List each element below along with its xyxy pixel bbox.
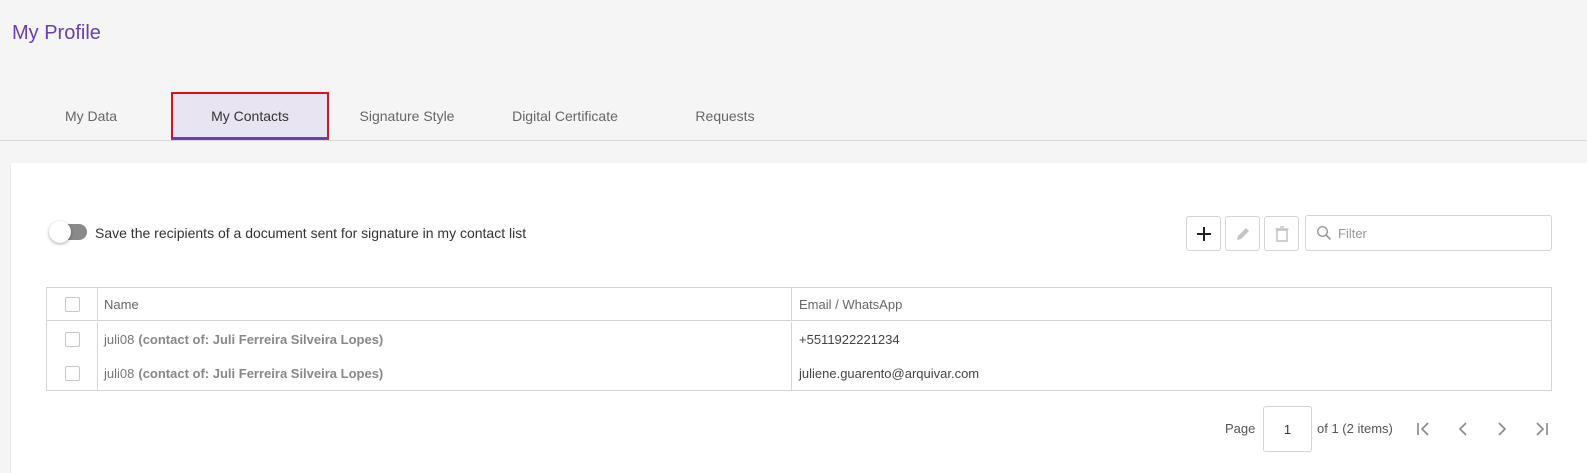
profile-tabs: My Data My Contacts Signature Style Digi… <box>0 92 1587 141</box>
save-recipients-toggle[interactable] <box>49 221 87 243</box>
contact-email-cell: juliene.guarento@arquivar.com <box>792 356 1551 390</box>
contacts-table: Name Email / WhatsApp juli08 (contact of… <box>46 287 1552 391</box>
header-checkbox-cell <box>47 288 98 320</box>
contacts-panel: Save the recipients of a document sent f… <box>10 163 1587 473</box>
row-checkbox-cell <box>47 322 98 356</box>
delete-contact-button[interactable] <box>1264 216 1299 251</box>
page-count-label: of 1 (2 items) <box>1317 421 1393 436</box>
page-number-input[interactable] <box>1263 406 1312 452</box>
row-checkbox[interactable] <box>64 331 80 347</box>
table-header: Name Email / WhatsApp <box>47 288 1551 321</box>
contact-email-cell: +5511922221234 <box>792 322 1551 356</box>
first-page-icon <box>1417 422 1429 436</box>
tab-digital-certificate[interactable]: Digital Certificate <box>490 92 640 140</box>
last-page-icon <box>1536 422 1548 436</box>
last-page-button[interactable] <box>1530 419 1552 439</box>
row-checkbox[interactable] <box>64 365 80 381</box>
tab-my-contacts[interactable]: My Contacts <box>171 92 329 140</box>
plus-icon <box>1196 226 1211 241</box>
row-checkbox-cell <box>47 356 98 390</box>
toggle-knob <box>49 221 71 243</box>
table-row[interactable]: juli08 (contact of: Juli Ferreira Silvei… <box>47 356 1551 390</box>
contact-value: juliene.guarento@arquivar.com <box>799 365 980 381</box>
next-page-button[interactable] <box>1491 419 1513 439</box>
contact-name-cell: juli08 (contact of: Juli Ferreira Silvei… <box>98 322 792 356</box>
previous-page-button[interactable] <box>1452 419 1474 439</box>
tab-signature-style[interactable]: Signature Style <box>342 92 472 140</box>
contact-name-cell: juli08 (contact of: Juli Ferreira Silvei… <box>98 356 792 390</box>
page-title: My Profile <box>12 22 101 44</box>
select-all-checkbox[interactable] <box>64 296 80 312</box>
contact-owner: (contact of: Juli Ferreira Silveira Lope… <box>138 331 384 347</box>
first-page-button[interactable] <box>1413 419 1435 439</box>
tab-requests[interactable]: Requests <box>660 92 790 140</box>
trash-icon <box>1275 225 1288 242</box>
filter-box <box>1305 215 1552 251</box>
tab-my-data[interactable]: My Data <box>26 92 156 140</box>
pencil-icon <box>1236 227 1249 240</box>
add-contact-button[interactable] <box>1186 216 1221 251</box>
column-header-name[interactable]: Name <box>98 288 792 320</box>
chevron-left-icon <box>1458 422 1467 436</box>
chevron-right-icon <box>1498 422 1507 436</box>
edit-contact-button[interactable] <box>1225 216 1260 251</box>
save-recipients-label: Save the recipients of a document sent f… <box>95 225 527 241</box>
contact-name: juli08 <box>104 365 135 381</box>
column-header-email[interactable]: Email / WhatsApp <box>792 288 1551 320</box>
filter-input[interactable] <box>1338 224 1538 242</box>
contact-owner: (contact of: Juli Ferreira Silveira Lope… <box>138 365 384 381</box>
table-row[interactable]: juli08 (contact of: Juli Ferreira Silvei… <box>47 322 1551 356</box>
page-label: Page <box>1225 421 1256 436</box>
search-icon <box>1316 225 1332 241</box>
contact-value: +5511922221234 <box>799 331 900 347</box>
contact-name: juli08 <box>104 331 135 347</box>
